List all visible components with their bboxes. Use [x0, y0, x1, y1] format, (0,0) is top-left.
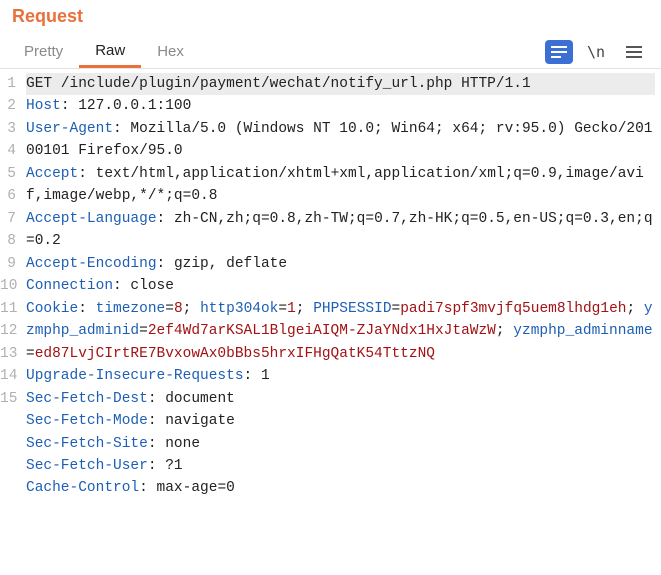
- header-connection: Connection: close: [26, 275, 655, 297]
- header-sec-fetch-dest: Sec-Fetch-Dest: document: [26, 388, 655, 410]
- gutter-number: 8: [0, 230, 18, 252]
- line-gutter: 123456789101112131415: [0, 69, 22, 526]
- gutter-number: 1: [0, 73, 18, 95]
- tab-bar: Pretty Raw Hex \n: [0, 35, 661, 69]
- header-upgrade-insecure-requests: Upgrade-Insecure-Requests: 1: [26, 365, 655, 387]
- tab-pretty[interactable]: Pretty: [8, 37, 79, 66]
- request-line: GET /include/plugin/payment/wechat/notif…: [26, 73, 655, 95]
- header-accept-language: Accept-Language: zh-CN,zh;q=0.8,zh-TW;q=…: [26, 208, 655, 253]
- gutter-number: 4: [0, 140, 18, 162]
- page-title: Request: [0, 0, 661, 35]
- gutter-number: 9: [0, 253, 18, 275]
- gutter-number: 13: [0, 343, 18, 365]
- header-cookie: Cookie: timezone=8; http304ok=1; PHPSESS…: [26, 298, 655, 365]
- gutter-number: 6: [0, 185, 18, 207]
- header-sec-fetch-user: Sec-Fetch-User: ?1: [26, 455, 655, 477]
- tab-raw[interactable]: Raw: [79, 36, 141, 68]
- gutter-number: 12: [0, 320, 18, 342]
- code-area: 123456789101112131415 GET /include/plugi…: [0, 69, 661, 526]
- header-user-agent: User-Agent: Mozilla/5.0 (Windows NT 10.0…: [26, 118, 655, 163]
- gutter-number: 3: [0, 118, 18, 140]
- header-cache-control: Cache-Control: max-age=0: [26, 477, 655, 499]
- newline-icon[interactable]: \n: [581, 39, 611, 65]
- gutter-number: 15: [0, 388, 18, 410]
- header-sec-fetch-mode: Sec-Fetch-Mode: navigate: [26, 410, 655, 432]
- menu-icon[interactable]: [619, 39, 649, 65]
- header-sec-fetch-site: Sec-Fetch-Site: none: [26, 433, 655, 455]
- header-accept-encoding: Accept-Encoding: gzip, deflate: [26, 253, 655, 275]
- code-lines[interactable]: GET /include/plugin/payment/wechat/notif…: [22, 69, 661, 526]
- empty-line: [26, 500, 655, 522]
- header-accept: Accept: text/html,application/xhtml+xml,…: [26, 163, 655, 208]
- gutter-number: 5: [0, 163, 18, 185]
- gutter-number: 7: [0, 208, 18, 230]
- gutter-number: 10: [0, 275, 18, 297]
- gutter-number: 14: [0, 365, 18, 387]
- header-host: Host: 127.0.0.1:100: [26, 95, 655, 117]
- tab-hex[interactable]: Hex: [141, 37, 200, 66]
- gutter-number: 2: [0, 95, 18, 117]
- gutter-number: 11: [0, 298, 18, 320]
- lines-icon[interactable]: [545, 40, 573, 64]
